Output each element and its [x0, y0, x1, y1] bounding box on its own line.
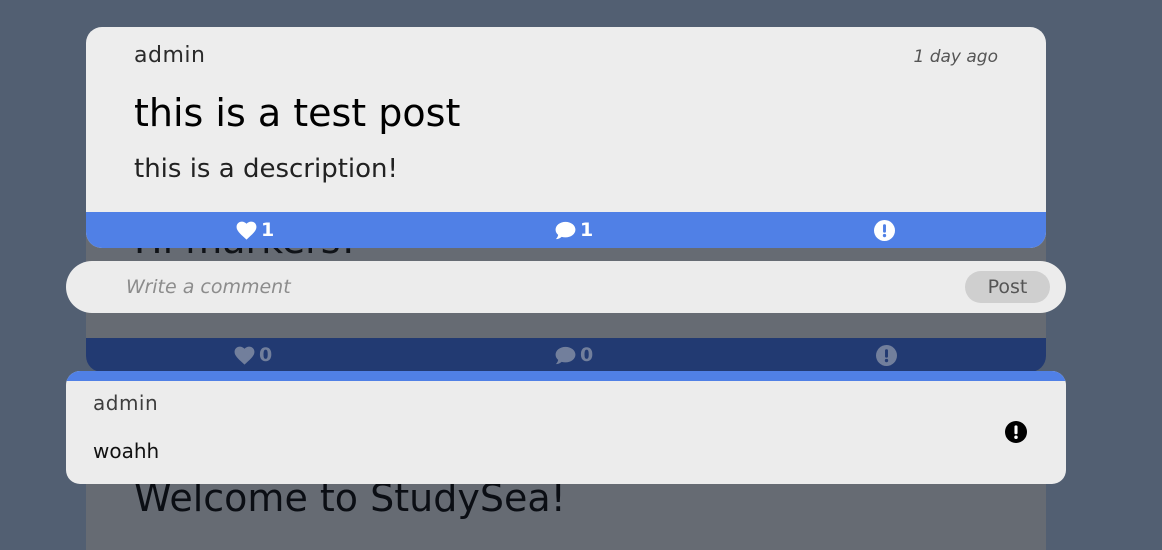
post-card: admin 1 day ago this is a test post this… — [86, 27, 1046, 248]
comment-count: 1 — [580, 219, 594, 241]
post-comment-button[interactable]: Post — [965, 271, 1050, 303]
comment-form: Post — [66, 261, 1066, 313]
comment-icon — [555, 221, 576, 239]
background-comment-button: 0 — [555, 338, 593, 372]
post-title: this is a test post — [134, 91, 461, 135]
background-report-button — [876, 338, 897, 372]
exclamation-circle-icon — [876, 344, 897, 366]
background-like-button: 0 — [234, 338, 272, 372]
post-author[interactable]: admin — [134, 43, 205, 68]
comment-input[interactable] — [126, 269, 946, 305]
like-button[interactable]: 1 — [236, 212, 274, 248]
comment-accent-bar — [66, 371, 1066, 381]
heart-icon — [234, 346, 255, 365]
background-post-action-bar: 0 0 — [86, 338, 1046, 372]
exclamation-circle-icon — [874, 219, 895, 241]
report-comment-icon[interactable] — [1005, 421, 1027, 443]
comment-button[interactable]: 1 — [555, 212, 593, 248]
comment-card: admin woahh — [66, 371, 1066, 484]
post-action-bar: 1 1 — [86, 212, 1046, 248]
background-comment-count: 0 — [580, 344, 594, 366]
background-like-count: 0 — [259, 344, 273, 366]
comment-icon — [555, 346, 576, 364]
comment-text: woahh — [93, 439, 160, 463]
like-count: 1 — [261, 219, 275, 241]
comment-author[interactable]: admin — [93, 391, 158, 415]
post-timestamp: 1 day ago — [913, 47, 998, 67]
post-description: this is a description! — [134, 154, 398, 184]
heart-icon — [236, 221, 257, 240]
report-post-button[interactable] — [874, 212, 895, 248]
